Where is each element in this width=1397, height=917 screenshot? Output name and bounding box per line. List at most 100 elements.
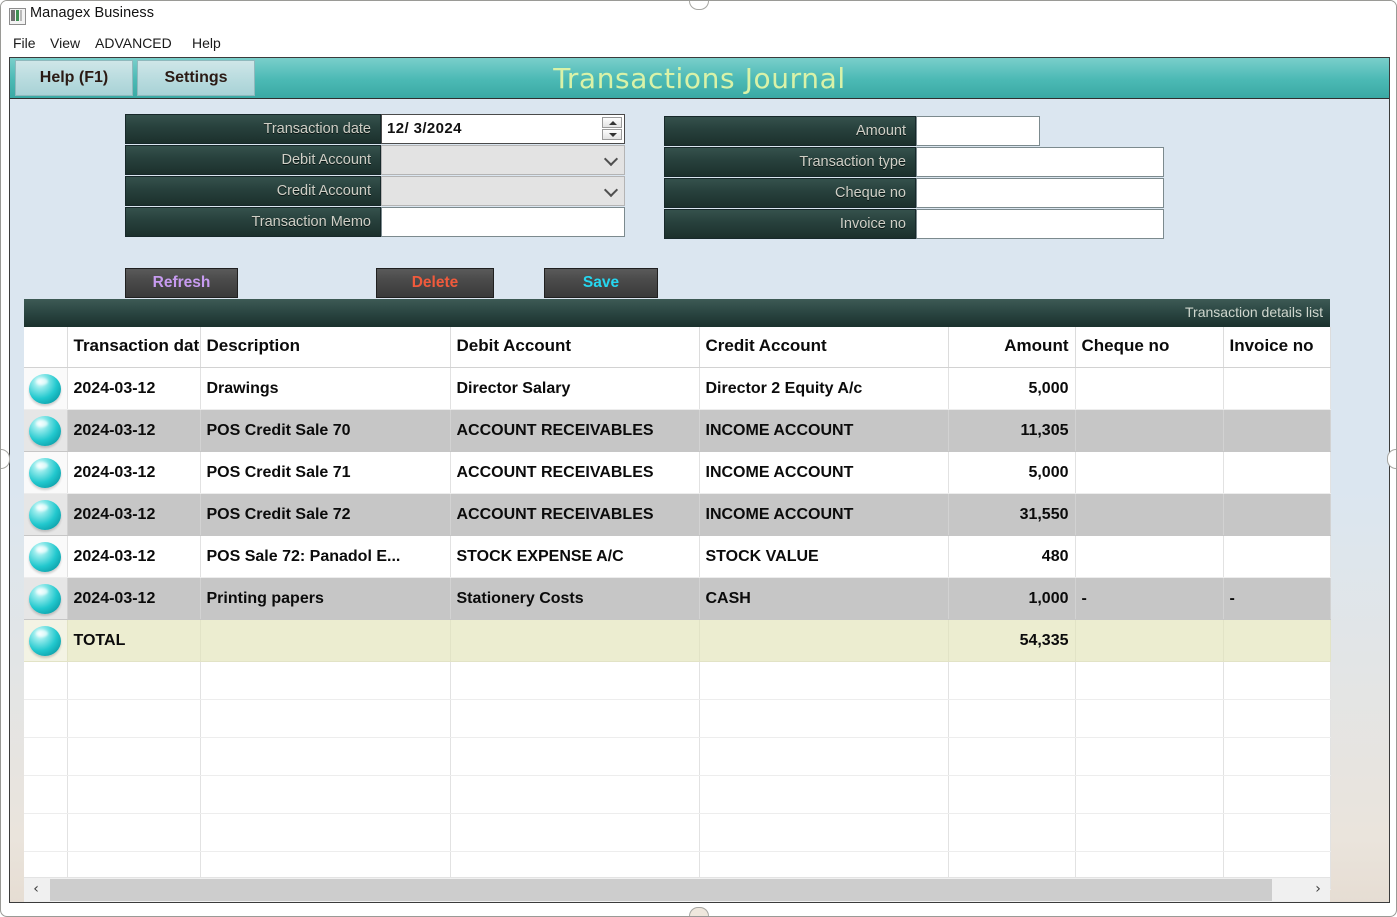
cell-debit-account[interactable]: Director Salary — [450, 368, 699, 410]
cell-invoice-no[interactable] — [1223, 494, 1330, 536]
empty-cell[interactable] — [24, 662, 67, 700]
empty-cell[interactable] — [67, 814, 200, 852]
empty-cell[interactable] — [450, 662, 699, 700]
cell-amount[interactable]: 11,305 — [948, 410, 1075, 452]
empty-cell[interactable] — [450, 814, 699, 852]
scrollbar-thumb[interactable] — [50, 879, 1272, 901]
empty-cell[interactable] — [1223, 700, 1330, 738]
cell-date[interactable]: 2024-03-12 — [67, 578, 200, 620]
menu-item-file[interactable]: File — [9, 33, 40, 53]
cell-cheque-no[interactable]: - — [1075, 578, 1223, 620]
table-empty-row[interactable] — [24, 776, 1330, 814]
empty-cell[interactable] — [1075, 814, 1223, 852]
cell-description[interactable]: POS Credit Sale 70 — [200, 410, 450, 452]
row-selector-cell[interactable] — [24, 452, 67, 494]
empty-cell[interactable] — [699, 776, 948, 814]
table-row[interactable]: 2024-03-12POS Sale 72: Panadol E... STOCK… — [24, 536, 1330, 578]
cell-cheque-no[interactable] — [1075, 494, 1223, 536]
table-row[interactable]: 2024-03-12POS Credit Sale 71ACCOUNT RECE… — [24, 452, 1330, 494]
row-selector-cell[interactable] — [24, 368, 67, 410]
cell-cheque-no[interactable] — [1075, 536, 1223, 578]
transaction-date-input[interactable]: 12/ 3/2024 — [381, 114, 625, 144]
empty-cell[interactable] — [24, 814, 67, 852]
table-row[interactable]: 2024-03-12POS Credit Sale 72ACCOUNT RECE… — [24, 494, 1330, 536]
empty-cell[interactable] — [1075, 738, 1223, 776]
empty-cell[interactable] — [948, 814, 1075, 852]
empty-cell[interactable] — [1223, 814, 1330, 852]
table-total-row[interactable]: TOTAL54,335 — [24, 620, 1330, 662]
empty-cell[interactable] — [200, 700, 450, 738]
cell-amount[interactable]: 1,000 — [948, 578, 1075, 620]
empty-cell[interactable] — [1223, 662, 1330, 700]
cell-invoice-no[interactable] — [1223, 410, 1330, 452]
cell-amount[interactable]: 5,000 — [948, 452, 1075, 494]
empty-cell[interactable] — [699, 662, 948, 700]
column-header-cheque-no[interactable]: Cheque no — [1075, 327, 1223, 368]
cell-credit-account[interactable]: Director 2 Equity A/c — [699, 368, 948, 410]
empty-cell[interactable] — [24, 776, 67, 814]
empty-cell[interactable] — [450, 776, 699, 814]
empty-cell[interactable] — [699, 700, 948, 738]
empty-cell[interactable] — [948, 776, 1075, 814]
cell-cheque-no[interactable] — [1075, 368, 1223, 410]
cell-debit-account[interactable]: Stationery Costs — [450, 578, 699, 620]
table-empty-row[interactable] — [24, 662, 1330, 700]
empty-cell[interactable] — [67, 700, 200, 738]
cell-invoice-no[interactable] — [1223, 620, 1330, 662]
empty-cell[interactable] — [67, 776, 200, 814]
cell-credit-account[interactable]: INCOME ACCOUNT — [699, 410, 948, 452]
row-selector-cell[interactable] — [24, 578, 67, 620]
cell-amount[interactable]: 5,000 — [948, 368, 1075, 410]
empty-cell[interactable] — [200, 738, 450, 776]
empty-cell[interactable] — [450, 738, 699, 776]
empty-cell[interactable] — [24, 700, 67, 738]
cell-invoice-no[interactable] — [1223, 452, 1330, 494]
scroll-right-arrow-icon[interactable]: › — [1306, 878, 1330, 902]
cell-cheque-no[interactable] — [1075, 620, 1223, 662]
table-empty-row[interactable] — [24, 738, 1330, 776]
column-header-description[interactable]: Description — [200, 327, 450, 368]
empty-cell[interactable] — [67, 738, 200, 776]
chevron-down-icon[interactable] — [606, 154, 617, 165]
empty-cell[interactable] — [1075, 776, 1223, 814]
cell-credit-account[interactable] — [699, 620, 948, 662]
empty-cell[interactable] — [1075, 662, 1223, 700]
cell-date[interactable]: 2024-03-12 — [67, 410, 200, 452]
empty-cell[interactable] — [24, 738, 67, 776]
menu-item-help[interactable]: Help — [188, 33, 225, 53]
cell-description[interactable]: POS Sale 72: Panadol E... — [200, 536, 450, 578]
cell-credit-account[interactable]: INCOME ACCOUNT — [699, 452, 948, 494]
horizontal-scrollbar[interactable]: ‹ › — [24, 877, 1330, 902]
refresh-button[interactable]: Refresh — [125, 268, 238, 298]
cell-debit-account[interactable]: ACCOUNT RECEIVABLES — [450, 452, 699, 494]
transaction-memo-input[interactable] — [381, 207, 625, 237]
cheque-no-input[interactable] — [916, 178, 1164, 208]
empty-cell[interactable] — [948, 738, 1075, 776]
cell-cheque-no[interactable] — [1075, 410, 1223, 452]
column-header-debit-account[interactable]: Debit Account — [450, 327, 699, 368]
cell-debit-account[interactable]: ACCOUNT RECEIVABLES — [450, 494, 699, 536]
table-empty-row[interactable] — [24, 814, 1330, 852]
cell-invoice-no[interactable]: - — [1223, 578, 1330, 620]
transaction-type-input[interactable] — [916, 147, 1164, 177]
cell-date[interactable]: 2024-03-12 — [67, 536, 200, 578]
empty-cell[interactable] — [1223, 776, 1330, 814]
cell-cheque-no[interactable] — [1075, 452, 1223, 494]
empty-cell[interactable] — [1075, 700, 1223, 738]
delete-button[interactable]: Delete — [376, 268, 494, 298]
cell-credit-account[interactable]: STOCK VALUE — [699, 536, 948, 578]
row-selector-cell[interactable] — [24, 410, 67, 452]
table-row[interactable]: 2024-03-12POS Credit Sale 70ACCOUNT RECE… — [24, 410, 1330, 452]
cell-description[interactable]: Drawings — [200, 368, 450, 410]
cell-description[interactable]: POS Credit Sale 72 — [200, 494, 450, 536]
cell-debit-account[interactable]: ACCOUNT RECEIVABLES — [450, 410, 699, 452]
table-empty-row[interactable] — [24, 700, 1330, 738]
cell-credit-account[interactable]: CASH — [699, 578, 948, 620]
cell-amount[interactable]: 480 — [948, 536, 1075, 578]
empty-cell[interactable] — [699, 814, 948, 852]
cell-amount[interactable]: 54,335 — [948, 620, 1075, 662]
transaction-date-spinner[interactable] — [602, 117, 622, 141]
cell-invoice-no[interactable] — [1223, 368, 1330, 410]
empty-cell[interactable] — [948, 662, 1075, 700]
cell-description[interactable]: POS Credit Sale 71 — [200, 452, 450, 494]
